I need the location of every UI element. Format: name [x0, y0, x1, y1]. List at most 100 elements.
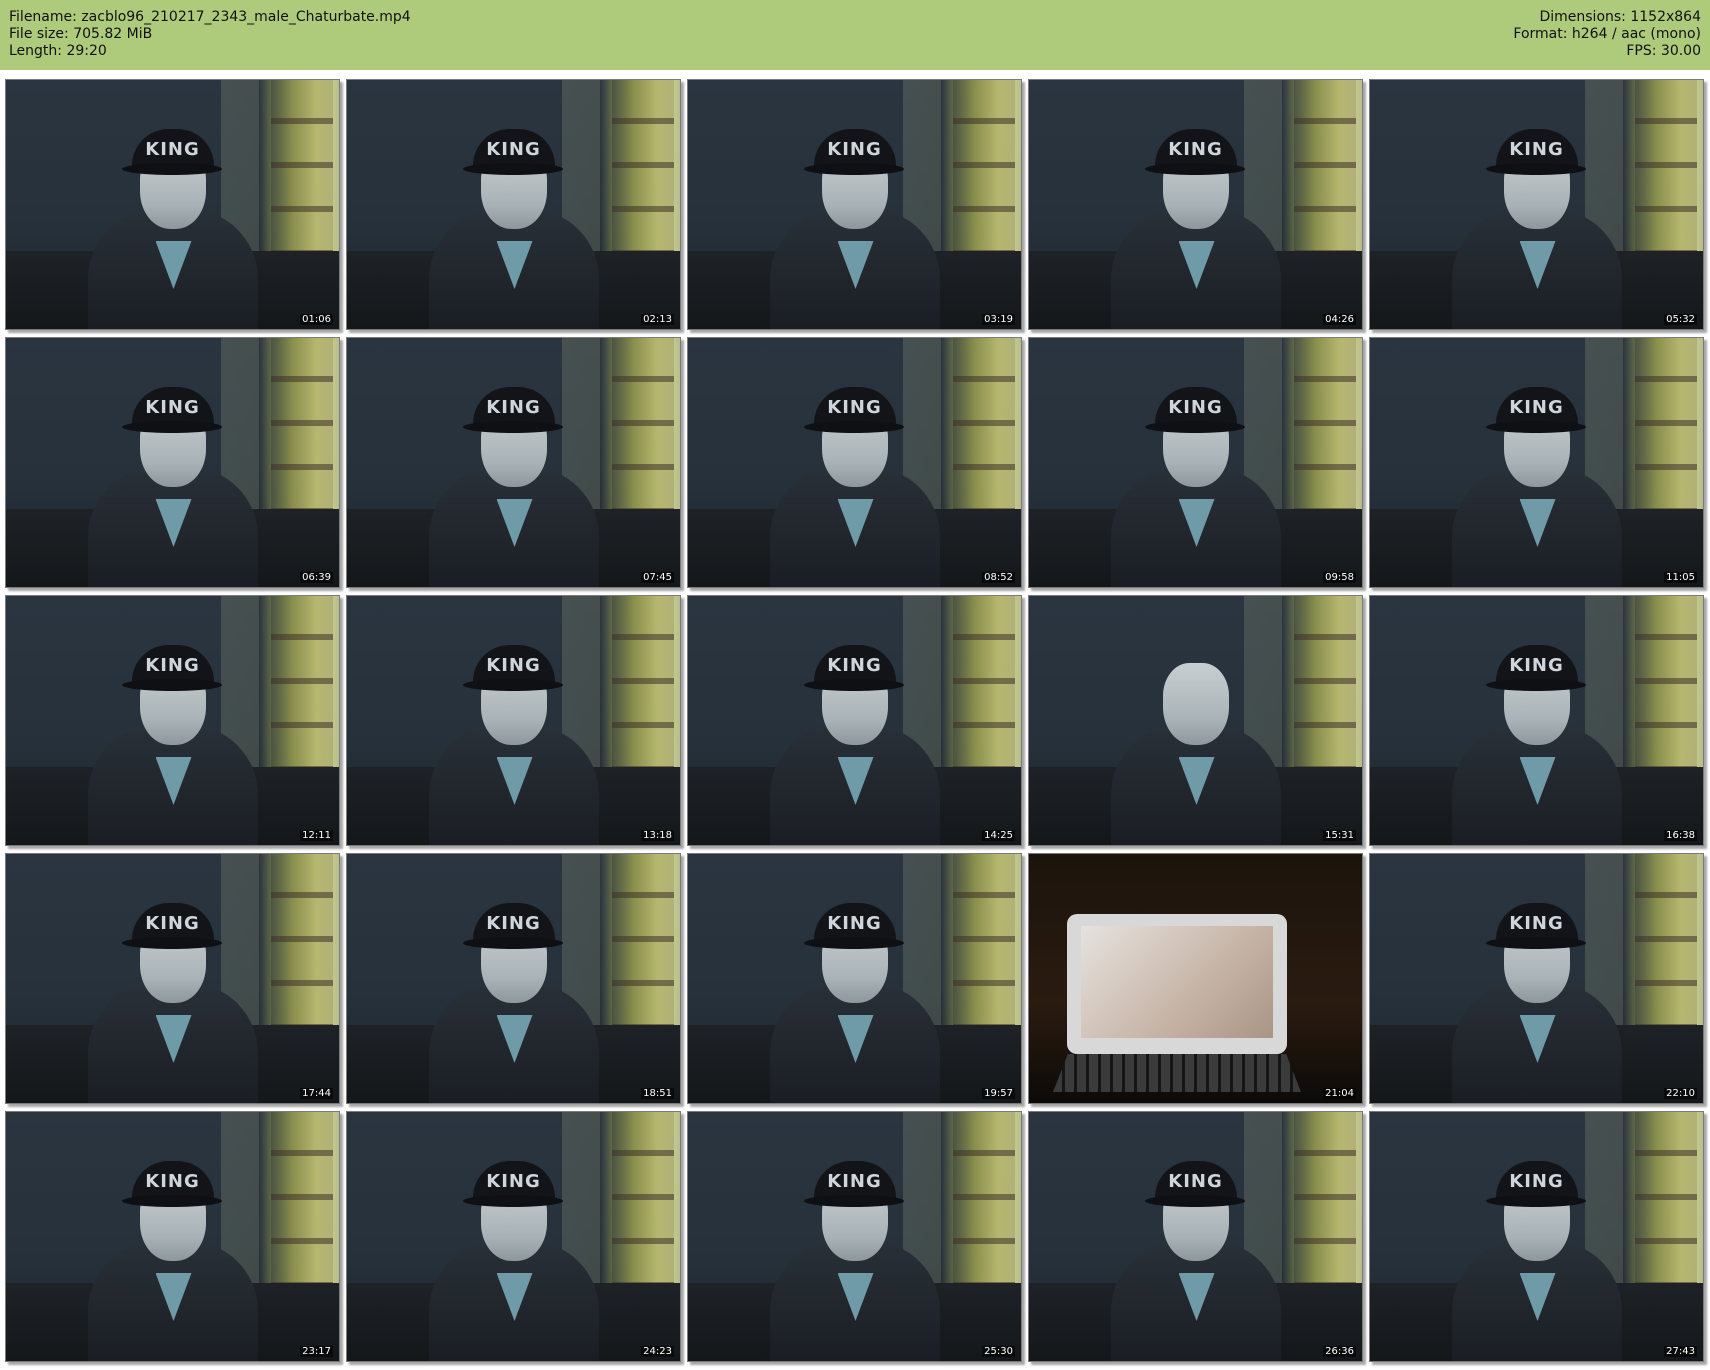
- person-image: KING: [78, 357, 268, 587]
- thumbnail-grid: KING 01:06 KING 02:13 KING 03:19 KING 04:26 KING…: [5, 79, 1705, 1364]
- timestamp-label: 06:39: [300, 572, 333, 583]
- thumbnail-frame: KING 12:11: [5, 595, 340, 846]
- thumbnail-frame: KING 23:17: [5, 1111, 340, 1362]
- person-image: KING: [78, 1131, 268, 1361]
- cap-logo: KING: [1168, 397, 1223, 418]
- cap-logo: KING: [827, 913, 882, 934]
- timestamp-label: 02:13: [641, 314, 674, 325]
- timestamp-label: 15:31: [1323, 830, 1356, 841]
- dimensions-line: Dimensions: 1152x864: [1513, 9, 1701, 26]
- thumbnail-frame: KING 27:43: [1369, 1111, 1704, 1362]
- person-image: KING: [1442, 1131, 1632, 1361]
- format-line: Format: h264 / aac (mono): [1513, 26, 1701, 43]
- timestamp-label: 22:10: [1664, 1088, 1697, 1099]
- person-image: KING: [78, 873, 268, 1103]
- person-image: KING: [760, 357, 950, 587]
- thumbnail-frame: KING 24:23: [346, 1111, 681, 1362]
- timestamp-label: 27:43: [1664, 1346, 1697, 1357]
- cap-logo: KING: [486, 913, 541, 934]
- filename-value: zacblo96_210217_2343_male_Chaturbate.mp4: [81, 9, 411, 25]
- person-image: KING: [1101, 99, 1291, 329]
- person-image: KING: [1442, 873, 1632, 1103]
- person-image: KING: [419, 357, 609, 587]
- cap-logo: KING: [1509, 655, 1564, 676]
- laptop-image: [1053, 914, 1301, 1094]
- timestamp-label: 12:11: [300, 830, 333, 841]
- cap-logo: KING: [1168, 139, 1223, 160]
- cap-logo: KING: [1509, 1171, 1564, 1192]
- cap-logo: KING: [145, 139, 200, 160]
- cap-logo: KING: [827, 1171, 882, 1192]
- timestamp-label: 08:52: [982, 572, 1015, 583]
- filesize-label: File size:: [9, 26, 69, 42]
- person-image: KING: [419, 99, 609, 329]
- filename-label: Filename:: [9, 9, 77, 25]
- timestamp-label: 26:36: [1323, 1346, 1356, 1357]
- cap-logo: KING: [827, 139, 882, 160]
- thumbnail-frame: KING 07:45: [346, 337, 681, 588]
- person-image: KING: [1442, 99, 1632, 329]
- timestamp-label: 18:51: [641, 1088, 674, 1099]
- timestamp-label: 03:19: [982, 314, 1015, 325]
- timestamp-label: 23:17: [300, 1346, 333, 1357]
- fps-label: FPS:: [1626, 43, 1657, 59]
- thumbnail-frame: KING 09:58: [1028, 337, 1363, 588]
- format-label: Format:: [1513, 26, 1568, 42]
- timestamp-label: 21:04: [1323, 1088, 1356, 1099]
- thumbnail-frame: KING 22:10: [1369, 853, 1704, 1104]
- person-image: KING: [760, 99, 950, 329]
- filename-line: Filename: zacblo96_210217_2343_male_Chat…: [9, 9, 411, 26]
- dimensions-label: Dimensions:: [1539, 9, 1626, 25]
- timestamp-label: 16:38: [1664, 830, 1697, 841]
- person-image: KING: [1101, 1131, 1291, 1361]
- person-image: KING: [78, 99, 268, 329]
- timestamp-label: 07:45: [641, 572, 674, 583]
- timestamp-label: 14:25: [982, 830, 1015, 841]
- thumbnail-frame: KING 06:39: [5, 337, 340, 588]
- thumbnail-frame: KING 14:25: [687, 595, 1022, 846]
- thumbnail-frame: KING 08:52: [687, 337, 1022, 588]
- timestamp-label: 01:06: [300, 314, 333, 325]
- filesize-value: 705.82 MiB: [73, 26, 153, 42]
- thumbnail-frame: KING 01:06: [5, 79, 340, 330]
- person-image: KING: [760, 615, 950, 845]
- person-image: KING: [419, 615, 609, 845]
- thumbnail-frame: 21:04: [1028, 853, 1363, 1104]
- length-label: Length:: [9, 43, 63, 59]
- person-image: KING: [760, 1131, 950, 1361]
- cap-logo: KING: [145, 913, 200, 934]
- cap-logo: KING: [486, 397, 541, 418]
- thumbnail-frame: KING 03:19: [687, 79, 1022, 330]
- person-image: KING: [419, 1131, 609, 1361]
- timestamp-label: 17:44: [300, 1088, 333, 1099]
- thumbnail-frame: KING 04:26: [1028, 79, 1363, 330]
- person-image: KING: [760, 873, 950, 1103]
- thumbnail-frame: KING 26:36: [1028, 1111, 1363, 1362]
- thumbnail-frame: KING 18:51: [346, 853, 681, 1104]
- length-value: 29:20: [66, 43, 107, 59]
- person-image: KING: [1442, 615, 1632, 845]
- thumbnail-frame: KING 11:05: [1369, 337, 1704, 588]
- timestamp-label: 09:58: [1323, 572, 1356, 583]
- person-image: KING: [1101, 615, 1291, 845]
- cap-logo: KING: [1509, 913, 1564, 934]
- filesize-line: File size: 705.82 MiB: [9, 26, 411, 43]
- cap-logo: KING: [486, 655, 541, 676]
- cap-logo: KING: [486, 1171, 541, 1192]
- cap-logo: KING: [486, 139, 541, 160]
- thumbnail-frame: KING 15:31: [1028, 595, 1363, 846]
- cap-logo: KING: [145, 655, 200, 676]
- info-header: Filename: zacblo96_210217_2343_male_Chat…: [0, 0, 1710, 70]
- person-image: KING: [78, 615, 268, 845]
- person-image: KING: [419, 873, 609, 1103]
- timestamp-label: 13:18: [641, 830, 674, 841]
- thumbnail-frame: KING 02:13: [346, 79, 681, 330]
- media-info: Dimensions: 1152x864 Format: h264 / aac …: [1513, 9, 1701, 60]
- file-info: Filename: zacblo96_210217_2343_male_Chat…: [9, 9, 411, 60]
- timestamp-label: 24:23: [641, 1346, 674, 1357]
- thumbnail-frame: KING 05:32: [1369, 79, 1704, 330]
- thumbnail-frame: KING 13:18: [346, 595, 681, 846]
- length-line: Length: 29:20: [9, 43, 411, 60]
- timestamp-label: 19:57: [982, 1088, 1015, 1099]
- timestamp-label: 25:30: [982, 1346, 1015, 1357]
